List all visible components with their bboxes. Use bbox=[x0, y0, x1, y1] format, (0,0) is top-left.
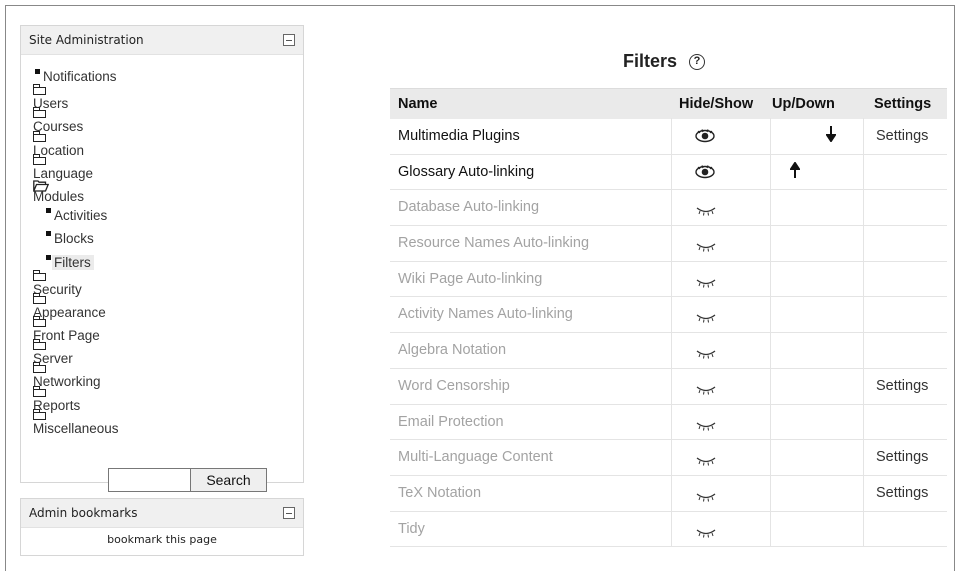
filter-name: Glossary Auto-linking bbox=[398, 163, 535, 180]
settings-link[interactable]: Settings bbox=[876, 449, 928, 465]
sidebar-item-label: Front Page bbox=[33, 328, 100, 344]
folder-icon bbox=[32, 362, 46, 374]
sidebar-item-label: Filters bbox=[52, 254, 94, 270]
filter-name: Email Protection bbox=[398, 413, 504, 430]
column-header-settings: Settings bbox=[874, 96, 932, 112]
sidebar-item-label: Networking bbox=[33, 374, 101, 390]
collapse-icon[interactable] bbox=[283, 507, 295, 519]
column-divider bbox=[863, 118, 864, 548]
arrow-down-icon[interactable] bbox=[826, 126, 836, 142]
sidebar-item-label: Courses bbox=[33, 119, 84, 135]
filters-table: Name Hide/Show Up/Down Settings Multimed… bbox=[390, 88, 947, 548]
folder-icon bbox=[32, 153, 46, 165]
bookmark-this-page-link[interactable]: bookmark this page bbox=[21, 533, 303, 546]
folder-icon bbox=[32, 84, 46, 96]
closed-eye-icon[interactable] bbox=[696, 278, 716, 288]
filter-name: Database Auto-linking bbox=[398, 199, 540, 216]
column-divider bbox=[671, 118, 672, 548]
filter-name: Word Censorship bbox=[398, 377, 510, 394]
filter-name: Algebra Notation bbox=[398, 342, 507, 359]
site-administration-header: Site Administration bbox=[21, 26, 303, 55]
eye-icon[interactable] bbox=[695, 129, 715, 143]
closed-eye-icon[interactable] bbox=[696, 421, 716, 431]
folder-icon bbox=[32, 130, 46, 142]
column-divider bbox=[770, 118, 771, 548]
sidebar-item-label: Activities bbox=[54, 208, 108, 224]
sidebar-item-label: Miscellaneous bbox=[33, 420, 119, 436]
sidebar-item-label: Notifications bbox=[43, 69, 117, 84]
folder-icon bbox=[32, 316, 46, 328]
folder-icon bbox=[32, 408, 46, 420]
folder-icon bbox=[32, 269, 46, 281]
column-header-name: Name bbox=[398, 96, 438, 112]
sidebar-item-label: Blocks bbox=[54, 231, 94, 247]
eye-icon[interactable] bbox=[695, 164, 715, 179]
sidebar-item-label: Reports bbox=[33, 397, 81, 413]
admin-bookmarks-header: Admin bookmarks bbox=[21, 499, 303, 528]
bullet-icon bbox=[46, 231, 51, 237]
arrow-up-icon[interactable] bbox=[790, 161, 800, 178]
settings-link[interactable]: Settings bbox=[876, 485, 928, 501]
admin-bookmarks-title: Admin bookmarks bbox=[29, 506, 138, 520]
closed-eye-icon[interactable] bbox=[696, 456, 716, 466]
closed-eye-icon[interactable] bbox=[696, 313, 716, 324]
closed-eye-icon[interactable] bbox=[696, 349, 716, 359]
settings-link[interactable]: Settings bbox=[876, 128, 928, 144]
page-title: Filters bbox=[623, 51, 678, 71]
filter-name: Multi-Language Content bbox=[398, 449, 553, 466]
closed-eye-icon[interactable] bbox=[696, 242, 716, 252]
sidebar-item-label: Location bbox=[33, 142, 85, 158]
site-administration-title: Site Administration bbox=[29, 33, 144, 47]
admin-search-button[interactable]: Search bbox=[190, 468, 267, 492]
admin-bookmarks-block: Admin bookmarks bookmark this page bbox=[20, 498, 304, 556]
sidebar-item-label: Security bbox=[33, 281, 82, 297]
closed-eye-icon[interactable] bbox=[696, 492, 716, 502]
filter-name: Resource Names Auto-linking bbox=[398, 235, 590, 252]
settings-link[interactable]: Settings bbox=[876, 378, 928, 394]
folder-icon bbox=[32, 107, 46, 119]
bullet-icon bbox=[46, 208, 51, 214]
sidebar-item-label: Modules bbox=[33, 188, 85, 204]
closed-eye-icon[interactable] bbox=[696, 528, 716, 538]
sidebar-item-label: Appearance bbox=[33, 304, 106, 320]
site-administration-block: Site Administration Notifications Users Co… bbox=[20, 25, 304, 492]
column-header-up-down: Up/Down bbox=[772, 96, 835, 112]
filter-name: Tidy bbox=[398, 520, 425, 537]
bullet-icon bbox=[46, 254, 51, 260]
closed-eye-icon[interactable] bbox=[696, 206, 716, 216]
table-header: Name Hide/Show Up/Down Settings bbox=[390, 88, 947, 119]
admin-search-input[interactable] bbox=[108, 468, 190, 492]
filter-name: Activity Names Auto-linking bbox=[398, 306, 573, 323]
folder-icon bbox=[32, 385, 46, 397]
folder-icon bbox=[32, 292, 46, 304]
column-header-hide-show: Hide/Show bbox=[679, 96, 754, 112]
sidebar-item-label: Language bbox=[33, 165, 94, 181]
folder-icon bbox=[32, 339, 46, 351]
filter-name: Wiki Page Auto-linking bbox=[398, 270, 543, 287]
collapse-icon[interactable] bbox=[283, 34, 295, 46]
help-icon[interactable]: ? bbox=[689, 54, 705, 70]
filter-name: TeX Notation bbox=[398, 484, 482, 501]
filter-name: Multimedia Plugins bbox=[398, 128, 520, 144]
closed-eye-icon[interactable] bbox=[696, 385, 716, 395]
bullet-icon bbox=[35, 69, 40, 74]
